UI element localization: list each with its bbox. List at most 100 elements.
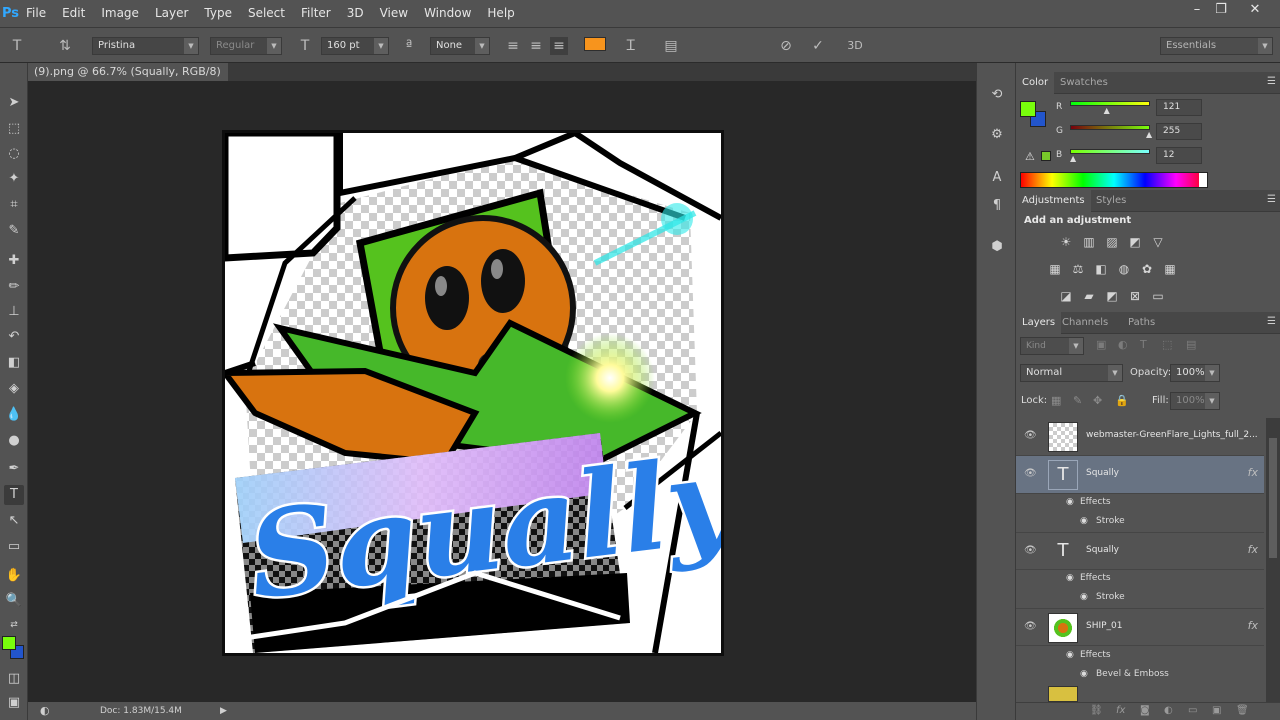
lasso-tool-icon[interactable]: ◌	[4, 144, 24, 164]
pen-tool-icon[interactable]: ✒	[4, 459, 24, 479]
document-tab[interactable]: (9).png @ 66.7% (Squally, RGB/8) * ×	[28, 63, 228, 96]
filter-adjustment-icon[interactable]: ◐	[1118, 338, 1128, 351]
close-window-button[interactable]: ✕	[1240, 0, 1270, 20]
document-canvas[interactable]: Squally	[222, 130, 724, 656]
posterize-icon[interactable]: ▰	[1081, 289, 1097, 303]
clone-stamp-tool-icon[interactable]: ⊥	[4, 302, 24, 322]
font-size-select[interactable]: 160 pt ▼	[321, 37, 389, 55]
layer-fx-icon[interactable]: fx	[1248, 543, 1258, 556]
lock-all-icon[interactable]: 🔒	[1115, 394, 1129, 407]
menu-3d[interactable]: 3D	[339, 0, 372, 27]
r-slider-thumb[interactable]: ▲	[1104, 106, 1110, 115]
move-tool-icon[interactable]: ➤	[4, 93, 24, 113]
antialias-select[interactable]: None ▼	[430, 37, 490, 55]
b-slider-track[interactable]	[1070, 149, 1150, 154]
exposure-icon[interactable]: ◩	[1127, 235, 1143, 249]
dodge-tool-icon[interactable]: ●	[4, 431, 24, 451]
menu-window[interactable]: Window	[416, 0, 479, 27]
warp-text-icon[interactable]: Ꮖ	[622, 37, 640, 55]
visibility-eye-icon[interactable]: ◉	[1066, 569, 1074, 588]
tab-styles[interactable]: Styles	[1090, 190, 1132, 212]
b-slider-thumb[interactable]: ▲	[1070, 154, 1076, 163]
visibility-eye-icon[interactable]: 👁	[1024, 430, 1037, 441]
align-left-icon[interactable]: ≡	[504, 37, 522, 55]
properties-panel-icon[interactable]: ⚙	[987, 125, 1007, 145]
effect-stroke-row[interactable]: ◉ Stroke	[1016, 588, 1264, 607]
scrollbar-thumb[interactable]	[1269, 438, 1277, 558]
menu-filter[interactable]: Filter	[293, 0, 339, 27]
color-spectrum-ramp[interactable]	[1020, 172, 1208, 188]
menu-edit[interactable]: Edit	[54, 0, 93, 27]
align-right-icon[interactable]: ≡	[550, 37, 568, 55]
3d-panel-icon[interactable]: ⬢	[987, 237, 1007, 257]
type-tool-icon[interactable]: T	[4, 485, 24, 505]
visibility-eye-icon[interactable]: ◉	[1080, 588, 1088, 607]
new-adjustment-icon[interactable]: ◐	[1164, 705, 1173, 716]
g-slider-track[interactable]	[1070, 125, 1150, 130]
layer-fx-icon[interactable]: fx	[1248, 619, 1258, 632]
threshold-icon[interactable]: ◩	[1104, 289, 1120, 303]
tab-channels[interactable]: Channels	[1056, 312, 1114, 334]
text-color-swatch[interactable]	[584, 37, 606, 51]
color-balance-icon[interactable]: ⚖	[1070, 262, 1086, 276]
3d-text-icon[interactable]: 3D	[846, 37, 864, 55]
path-select-tool-icon[interactable]: ↖	[4, 511, 24, 531]
filter-smart-object-icon[interactable]: ▤	[1186, 338, 1196, 351]
layer-row[interactable]: 👁 T Squally fx	[1016, 456, 1264, 494]
cancel-edit-icon[interactable]: ⊘	[777, 37, 795, 55]
swap-colors-icon[interactable]: ⇄	[4, 615, 24, 635]
menu-select[interactable]: Select	[240, 0, 293, 27]
selective-color-icon[interactable]: ⊠	[1127, 289, 1143, 303]
gamut-color-swatch[interactable]	[1041, 151, 1051, 161]
visibility-eye-icon[interactable]: ◉	[1066, 646, 1074, 665]
character-panel-icon[interactable]: ▤	[662, 37, 680, 55]
effects-row[interactable]: ◉ Effects	[1016, 646, 1264, 665]
menu-help[interactable]: Help	[479, 0, 522, 27]
quick-mask-icon[interactable]: ◫	[4, 669, 24, 689]
r-slider-track[interactable]	[1070, 101, 1150, 106]
new-layer-icon[interactable]: ▣	[1212, 705, 1221, 716]
filter-pixel-icon[interactable]: ▣	[1096, 338, 1106, 351]
toggle-text-orientation-icon[interactable]: ⇅	[56, 37, 74, 55]
g-slider-thumb[interactable]: ▲	[1146, 130, 1152, 139]
visibility-eye-icon[interactable]: ◉	[1080, 665, 1088, 684]
restore-button[interactable]: ❐	[1206, 0, 1236, 20]
menu-view[interactable]: View	[372, 0, 416, 27]
menu-layer[interactable]: Layer	[147, 0, 196, 27]
align-center-icon[interactable]: ≡	[527, 37, 545, 55]
black-white-icon[interactable]: ◧	[1093, 262, 1109, 276]
crop-tool-icon[interactable]: ⌗	[4, 195, 24, 215]
effects-row[interactable]: ◉ Effects	[1016, 569, 1264, 588]
filter-type-icon[interactable]: T	[1140, 338, 1147, 351]
lock-position-icon[interactable]: ✥	[1093, 394, 1102, 407]
panel-menu-icon[interactable]: ☰	[1267, 316, 1276, 327]
font-style-select[interactable]: Regular ▼	[210, 37, 282, 55]
channel-mixer-icon[interactable]: ✿	[1139, 262, 1155, 276]
hue-saturation-icon[interactable]: ▦	[1047, 262, 1063, 276]
effects-row[interactable]: ◉ Effects	[1016, 493, 1264, 512]
tab-adjustments[interactable]: Adjustments	[1016, 190, 1091, 212]
paint-bucket-tool-icon[interactable]: ◈	[4, 379, 24, 399]
delete-layer-icon[interactable]: 🗑	[1236, 705, 1249, 716]
eraser-tool-icon[interactable]: ◧	[4, 353, 24, 373]
filter-shape-icon[interactable]: ⬚	[1162, 338, 1172, 351]
layer-fx-icon[interactable]: fx	[1248, 466, 1258, 479]
visibility-eye-icon[interactable]: ◉	[1066, 493, 1074, 512]
vibrance-icon[interactable]: ▽	[1150, 235, 1166, 249]
color-lookup-icon[interactable]: ▦	[1162, 262, 1178, 276]
b-value-field[interactable]: 12	[1156, 147, 1202, 164]
history-panel-icon[interactable]: ⟲	[987, 85, 1007, 105]
layer-filter-select[interactable]: Kind ▼	[1020, 337, 1084, 355]
menu-image[interactable]: Image	[93, 0, 147, 27]
menu-type[interactable]: Type	[196, 0, 240, 27]
brightness-contrast-icon[interactable]: ☀	[1058, 235, 1074, 249]
rectangle-tool-icon[interactable]: ▭	[4, 537, 24, 557]
status-menu-icon[interactable]: ◐	[40, 702, 50, 720]
curves-icon[interactable]: ▨	[1104, 235, 1120, 249]
r-value-field[interactable]: 121	[1156, 99, 1202, 116]
panel-menu-icon[interactable]: ☰	[1267, 194, 1276, 205]
history-brush-tool-icon[interactable]: ↶	[4, 327, 24, 347]
hand-tool-icon[interactable]: ✋	[4, 566, 24, 586]
g-value-field[interactable]: 255	[1156, 123, 1202, 140]
tab-color[interactable]: Color	[1016, 72, 1055, 94]
